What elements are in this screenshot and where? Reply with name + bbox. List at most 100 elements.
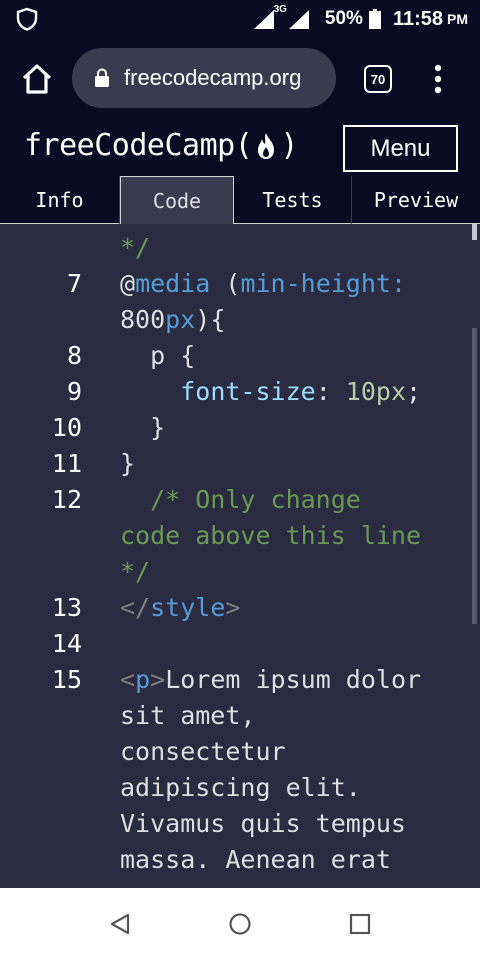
line-number: 12 — [51, 485, 82, 514]
logo-text-left: freeCodeCamp( — [24, 128, 253, 163]
code-line: Vivamus quis tempus — [0, 806, 470, 842]
network-type: 3G — [273, 4, 287, 15]
code-text: consectetur — [120, 734, 286, 770]
code-token: massa. Aenean erat — [120, 845, 391, 874]
line-number: 11 — [51, 449, 82, 478]
code-token: } — [120, 413, 166, 442]
tab-switcher-button[interactable]: 70 — [364, 65, 392, 93]
scrollbar-thumb[interactable] — [472, 328, 477, 624]
editor-tabs: Info Code Tests Preview — [0, 176, 480, 225]
tab-info[interactable]: Info — [0, 176, 120, 224]
battery-icon — [368, 9, 381, 29]
menu-button[interactable]: Menu — [343, 125, 458, 172]
code-editor[interactable]: */7 @media (min-height: 800px){8 p {9 font… — [0, 224, 480, 888]
code-token: sit amet, — [120, 701, 256, 730]
code-line: 14 — [0, 626, 470, 662]
code-line: 10 } — [0, 410, 470, 446]
code-token: p — [135, 665, 151, 694]
fcc-logo[interactable]: freeCodeCamp( ) — [24, 128, 298, 163]
code-token: media — [135, 269, 211, 298]
more-options-icon[interactable] — [428, 62, 448, 96]
cell-signal-icon — [288, 10, 309, 29]
code-token: Lorem ipsum dolor — [165, 665, 422, 694]
code-text: } — [120, 446, 135, 482]
system-nav-bar — [0, 888, 480, 960]
code-token: > — [150, 665, 166, 694]
tab-code[interactable]: Code — [120, 176, 234, 225]
line-number: 15 — [51, 665, 82, 694]
code-token: consectetur — [120, 737, 286, 766]
code-token: style — [150, 593, 226, 622]
code-text: </style> — [120, 590, 240, 626]
code-text: p { — [120, 338, 195, 374]
code-text: */ — [120, 230, 150, 266]
battery-percent: 50% — [324, 8, 363, 29]
code-text: /* Only change — [120, 482, 361, 518]
code-token: > — [225, 593, 241, 622]
code-token: adipiscing elit. — [120, 773, 361, 802]
line-number: 10 — [51, 413, 82, 442]
code-token: : — [315, 377, 346, 406]
code-text: font-size: 10px; — [120, 374, 421, 410]
home-circle-icon[interactable] — [228, 912, 252, 936]
code-token: */ — [120, 233, 151, 262]
tab-tests[interactable]: Tests — [234, 176, 352, 224]
code-line: massa. Aenean erat — [0, 842, 470, 878]
code-token: 800 — [120, 305, 166, 334]
code-text: Vivamus quis tempus — [120, 806, 406, 842]
status-bar: 3G 50% 11:58 PM — [0, 0, 480, 38]
code-text: @media (min-height: — [120, 266, 406, 302]
code-text: code above this line — [120, 518, 421, 554]
code-text: 800px){ — [120, 302, 225, 338]
code-text: } — [120, 410, 165, 446]
code-token: ){ — [195, 305, 226, 334]
back-icon[interactable] — [108, 912, 132, 936]
clock-time: 11:58 — [392, 7, 443, 30]
code-token: */ — [120, 557, 151, 586]
code-text: massa. Aenean erat — [120, 842, 391, 878]
flame-icon — [258, 132, 275, 159]
code-token: } — [120, 449, 136, 478]
code-token: ( — [210, 269, 241, 298]
line-number: 14 — [51, 629, 82, 658]
code-line: 11} — [0, 446, 470, 482]
lock-icon — [95, 68, 109, 87]
code-line: sit amet, — [0, 698, 470, 734]
line-number: 8 — [66, 341, 82, 370]
line-number: 13 — [51, 593, 82, 622]
browser-toolbar: freecodecamp.org 70 — [0, 38, 480, 120]
code-line: 12 /* Only change — [0, 482, 470, 518]
code-token: /* Only change — [120, 485, 361, 514]
fcc-navbar: freeCodeCamp( ) Menu — [0, 120, 480, 176]
code-token: font-size — [180, 377, 316, 406]
code-line: 15 <p>Lorem ipsum dolor — [0, 662, 470, 698]
code-line: 800px){ — [0, 302, 470, 338]
code-token: 10px — [345, 377, 407, 406]
status-right: 3G 50% 11:58 PM — [252, 4, 468, 32]
code-line: */ — [0, 554, 470, 590]
code-text: adipiscing elit. — [120, 770, 361, 806]
code-token: < — [120, 665, 136, 694]
code-text: sit amet, — [120, 698, 255, 734]
code-token: Vivamus quis tempus — [120, 809, 406, 838]
code-line: code above this line — [0, 518, 470, 554]
code-token: code above this line — [120, 521, 422, 550]
shield-icon — [16, 7, 38, 31]
code-line: adipiscing elit. — [0, 770, 470, 806]
address-bar[interactable]: freecodecamp.org — [72, 48, 336, 108]
tab-preview[interactable]: Preview — [352, 176, 480, 224]
code-line: 8 p { — [0, 338, 470, 374]
recents-icon[interactable] — [348, 912, 372, 936]
scrollbar-top — [472, 224, 477, 240]
home-icon[interactable] — [20, 62, 54, 96]
line-number: 7 — [66, 269, 82, 298]
line-number: 9 — [66, 377, 82, 406]
code-line: consectetur — [0, 734, 470, 770]
code-token: p { — [120, 341, 196, 370]
code-line: 7 @media (min-height: — [0, 266, 470, 302]
clock-ampm: PM — [447, 11, 468, 27]
logo-text-right: ) — [280, 128, 298, 163]
url-text: freecodecamp.org — [124, 65, 302, 90]
code-token: @ — [120, 269, 136, 298]
